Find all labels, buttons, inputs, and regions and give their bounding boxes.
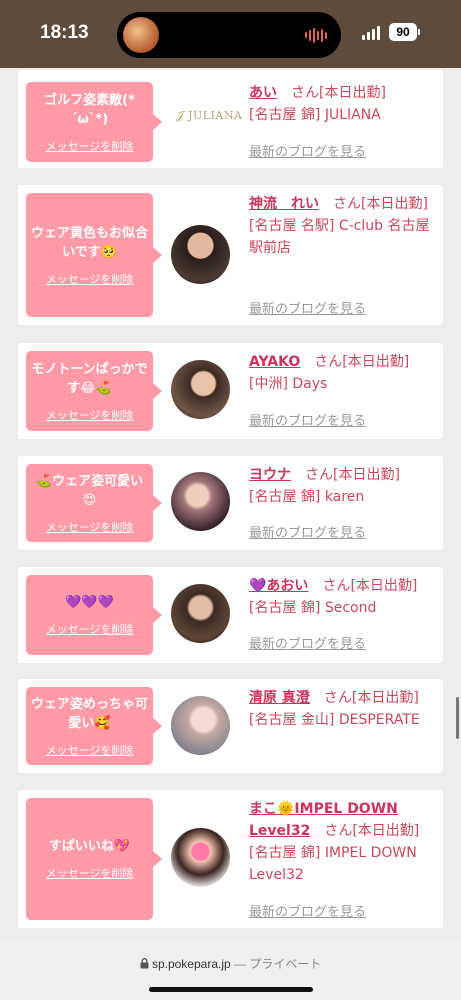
url-separator: — (234, 957, 247, 971)
girl-name-link[interactable]: ヨウナ (249, 467, 291, 483)
cellular-signal-icon (362, 26, 380, 40)
message-text: ウェア黄色もお似合いです🥺 (30, 225, 148, 260)
latest-blog-link[interactable]: 最新のブログを見る (249, 141, 366, 160)
girl-info: ヨウナ さん[本日出勤] [名古屋 錦] karen (249, 464, 439, 508)
girl-avatar[interactable] (171, 584, 230, 643)
shop-name: [名古屋 錦] IMPEL DOWN Level32 (249, 845, 417, 883)
status-bar: 18:13 90 (0, 0, 461, 68)
shop-name: [名古屋 錦] karen (249, 489, 365, 505)
girl-avatar[interactable] (171, 828, 230, 887)
latest-blog-link[interactable]: 最新のブログを見る (249, 633, 366, 652)
shop-name: [名古屋 金山] DESPERATE (249, 712, 420, 728)
delete-message-link[interactable]: メッセージを削除 (46, 742, 134, 758)
girl-avatar[interactable] (171, 472, 230, 531)
message-bubble: ウェア姿めっちゃ可愛い🥰 メッセージを削除 (26, 687, 162, 765)
delete-message-link[interactable]: メッセージを削除 (46, 519, 134, 535)
message-card: 💜💜💜 メッセージを削除 💜あおい さん[本日出勤] [名古屋 錦] Secon… (18, 567, 443, 663)
honorific: さん (323, 690, 352, 706)
latest-blog-link[interactable]: 最新のブログを見る (249, 298, 366, 317)
shop-name: [名古屋 錦] Second (249, 600, 377, 616)
message-bubble: ウェア黄色もお似合いです🥺 メッセージを削除 (26, 193, 162, 317)
shop-name: [名古屋 錦] JULIANA (249, 107, 381, 123)
girl-info: 清原 真澄 さん[本日出勤] [名古屋 金山] DESPERATE (249, 687, 439, 731)
message-card: すぱいいね💖 メッセージを削除 まこ🌞IMPEL DOWN Level32 さん… (18, 790, 443, 928)
message-text: すぱいいね💖 (48, 839, 131, 854)
battery-level: 90 (396, 25, 410, 39)
girl-info: AYAKO さん[本日出勤] [中洲] Days (249, 351, 439, 395)
honorific: さん (333, 196, 361, 212)
message-bubble: ⛳ウェア姿可愛い😍 メッセージを削除 (26, 464, 162, 542)
delete-message-link[interactable]: メッセージを削除 (46, 271, 134, 287)
battery-tip (418, 29, 420, 35)
private-mode-label: プライベート (249, 957, 322, 971)
attendance-status: [本日出勤] (351, 690, 419, 706)
message-card: ウェア姿めっちゃ可愛い🥰 メッセージを削除 清原 真澄 さん[本日出勤] [名古… (18, 679, 443, 773)
delete-message-link[interactable]: メッセージを削除 (46, 865, 134, 881)
attendance-status: [本日出勤] (319, 85, 386, 101)
status-time: 18:13 (40, 22, 89, 43)
home-indicator[interactable] (149, 987, 313, 992)
delete-message-link[interactable]: メッセージを削除 (46, 138, 134, 154)
girl-avatar[interactable] (171, 225, 230, 284)
now-playing-app-icon (123, 17, 159, 53)
honorific: さん (314, 354, 343, 370)
message-bubble: すぱいいね💖 メッセージを削除 (26, 798, 162, 920)
girl-name-link[interactable]: AYAKO (249, 354, 300, 370)
shop-name: [中洲] Days (249, 376, 328, 392)
girl-info: 神流 れい さん[本日出勤] [名古屋 名駅] C-club 名古屋駅前店 (249, 193, 439, 259)
girl-name-link[interactable]: 清原 真澄 (249, 690, 310, 706)
message-bubble: ゴルフ姿素敵(*´ω`*) メッセージを削除 (26, 82, 162, 162)
delete-message-link[interactable]: メッセージを削除 (46, 407, 134, 423)
honorific: さん (324, 823, 353, 839)
message-card: ⛳ウェア姿可愛い😍 メッセージを削除 ヨウナ さん[本日出勤] [名古屋 錦] … (18, 456, 443, 550)
honorific: さん (322, 578, 351, 594)
attendance-status: [本日出勤] (333, 467, 400, 483)
message-card: ウェア黄色もお似合いです🥺 メッセージを削除 神流 れい さん[本日出勤] [名… (18, 185, 443, 325)
girl-info: まこ🌞IMPEL DOWN Level32 さん[本日出勤] [名古屋 錦] I… (249, 798, 439, 886)
girl-name-link[interactable]: 神流 れい (249, 196, 319, 212)
dynamic-island[interactable] (117, 12, 341, 58)
url-display[interactable]: sp.pokepara.jp — プライベート (0, 955, 461, 972)
latest-blog-link[interactable]: 最新のブログを見る (249, 410, 366, 429)
honorific: さん (291, 85, 319, 101)
girl-name-link[interactable]: 💜あおい (249, 578, 308, 594)
girl-info: 💜あおい さん[本日出勤] [名古屋 錦] Second (249, 575, 439, 619)
message-text: ⛳ウェア姿可愛い😍 (35, 473, 144, 508)
message-bubble: 💜💜💜 メッセージを削除 (26, 575, 162, 655)
girl-avatar[interactable] (171, 360, 230, 419)
attendance-status: [本日出勤] (352, 823, 420, 839)
battery-icon: 90 (389, 23, 417, 41)
message-card: ゴルフ姿素敵(*´ω`*) メッセージを削除 𝒥 JULIANA あい さん[本… (18, 70, 443, 168)
url-domain: sp.pokepara.jp (151, 957, 231, 971)
delete-message-link[interactable]: メッセージを削除 (46, 621, 134, 637)
message-bubble: モノトーンばっかです😂⛳ メッセージを削除 (26, 351, 162, 431)
shop-logo: 𝒥 JULIANA (176, 109, 243, 122)
message-text: モノトーンばっかです😂⛳ (31, 361, 148, 396)
lock-icon (140, 958, 149, 969)
message-text: ゴルフ姿素敵(*´ω`*) (44, 92, 135, 127)
shop-logo-text: JULIANA (188, 109, 243, 122)
message-text: 💜💜💜 (65, 595, 114, 610)
latest-blog-link[interactable]: 最新のブログを見る (249, 901, 366, 920)
latest-blog-link[interactable]: 最新のブログを見る (249, 522, 366, 541)
audio-wave-icon (305, 27, 327, 43)
shop-name: [名古屋 名駅] C-club 名古屋駅前店 (249, 218, 430, 256)
girl-info: あい さん[本日出勤] [名古屋 錦] JULIANA (249, 82, 439, 126)
message-text: ウェア姿めっちゃ可愛い🥰 (30, 696, 148, 731)
attendance-status: [本日出勤] (361, 196, 428, 212)
scrollbar[interactable] (456, 697, 459, 739)
girl-avatar[interactable] (171, 696, 230, 755)
attendance-status: [本日出勤] (350, 578, 418, 594)
honorific: さん (305, 467, 333, 483)
girl-name-link[interactable]: あい (249, 85, 277, 101)
message-card: モノトーンばっかです😂⛳ メッセージを削除 AYAKO さん[本日出勤] [中洲… (18, 343, 443, 439)
attendance-status: [本日出勤] (342, 354, 410, 370)
